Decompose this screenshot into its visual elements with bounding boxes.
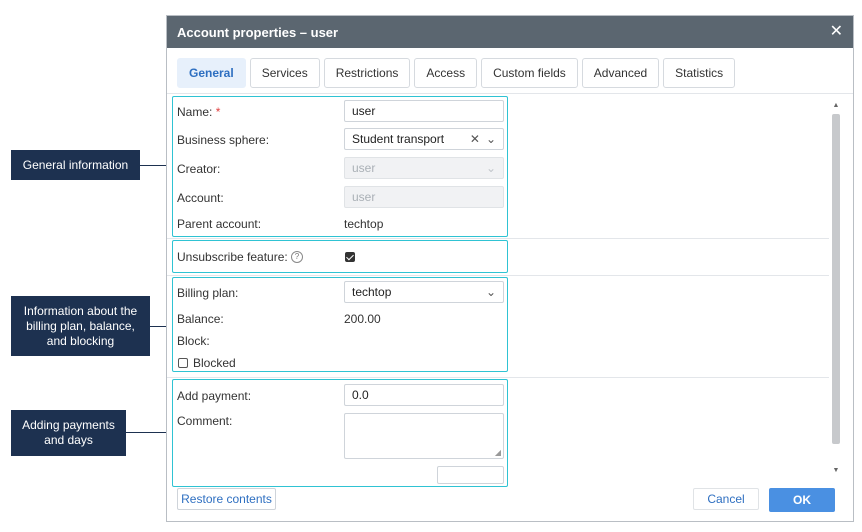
account-label: Account: [177, 191, 224, 205]
chevron-down-icon[interactable]: ⌄ [486, 285, 496, 299]
tab-general[interactable]: General [177, 58, 246, 88]
creator-value: user [352, 161, 376, 175]
help-icon[interactable]: ? [291, 251, 303, 263]
restore-contents-button[interactable]: Restore contents [177, 488, 276, 510]
billing-plan-label: Billing plan: [177, 286, 239, 300]
scroll-down-icon[interactable]: ▼ [831, 467, 841, 474]
tab-access[interactable]: Access [414, 58, 478, 88]
dialog-title: Account properties – user [177, 24, 339, 40]
callout-general-information: General information [11, 150, 140, 180]
section-divider [167, 238, 829, 239]
creator-select: user ⌄ [344, 157, 504, 179]
chevron-down-icon[interactable]: ⌄ [486, 132, 496, 146]
add-payment-label: Add payment: [177, 389, 252, 403]
business-sphere-select[interactable]: Student transport ✕ ⌄ [344, 128, 504, 150]
tab-custom-fields[interactable]: Custom fields [481, 58, 578, 88]
tab-advanced[interactable]: Advanced [581, 58, 660, 88]
ok-button[interactable]: OK [769, 488, 835, 512]
resize-handle-icon[interactable]: ◢ [495, 448, 501, 457]
chevron-down-icon: ⌄ [485, 161, 496, 175]
tab-restrictions[interactable]: Restrictions [323, 58, 411, 88]
balance-label: Balance: [177, 312, 224, 326]
parent-account-label: Parent account: [177, 217, 262, 231]
comment-textarea[interactable]: ◢ [344, 413, 504, 459]
unsubscribe-label: Unsubscribe feature: [177, 250, 288, 264]
scroll-up-icon[interactable]: ▲ [831, 102, 841, 109]
account-field: user [344, 186, 504, 208]
balance-value: 200.00 [344, 312, 381, 326]
callout-billing-information: Information about the billing plan, bala… [11, 296, 150, 356]
clear-icon[interactable]: ✕ [470, 132, 480, 146]
comment-label: Comment: [177, 414, 233, 428]
section-divider [167, 377, 829, 378]
block-label: Block: [177, 334, 210, 348]
dialog-titlebar: Account properties – user ✕ [167, 16, 853, 48]
partial-input[interactable] [437, 466, 504, 484]
scroll-thumb[interactable] [832, 114, 840, 444]
business-sphere-value: Student transport [352, 132, 445, 146]
creator-label: Creator: [177, 162, 221, 176]
tab-services[interactable]: Services [249, 58, 320, 88]
required-mark: * [215, 105, 221, 119]
unsubscribe-checkbox[interactable] [345, 252, 355, 262]
scrollbar[interactable]: ▲ ▼ [831, 102, 841, 474]
name-label: Name: * [177, 105, 221, 119]
callout-general-information-text: General information [22, 157, 129, 172]
add-payment-value: 0.0 [352, 388, 369, 402]
cancel-button[interactable]: Cancel [693, 488, 759, 510]
callout-adding-payments-text: Adding payments and days [22, 418, 115, 447]
callout-adding-payments: Adding payments and days [11, 410, 126, 456]
section-divider [167, 275, 829, 276]
blocked-checkbox[interactable] [178, 358, 188, 368]
account-properties-dialog: Account properties – user ✕ General Serv… [166, 15, 854, 522]
add-payment-input[interactable]: 0.0 [344, 384, 504, 406]
business-sphere-label: Business sphere: [177, 133, 270, 147]
name-input[interactable]: user [344, 100, 504, 122]
tab-statistics[interactable]: Statistics [663, 58, 736, 88]
tab-divider [167, 93, 853, 94]
billing-plan-value: techtop [352, 285, 392, 299]
close-icon[interactable]: ✕ [830, 24, 843, 40]
blocked-label: Blocked [193, 356, 236, 370]
parent-account-value: techtop [344, 217, 384, 231]
name-input-value: user [352, 104, 376, 118]
account-value: user [352, 190, 376, 204]
billing-plan-select[interactable]: techtop ⌄ [344, 281, 504, 303]
tab-bar: General Services Restrictions Access Cus… [177, 58, 736, 88]
callout-billing-information-text: Information about the billing plan, bala… [23, 303, 138, 348]
